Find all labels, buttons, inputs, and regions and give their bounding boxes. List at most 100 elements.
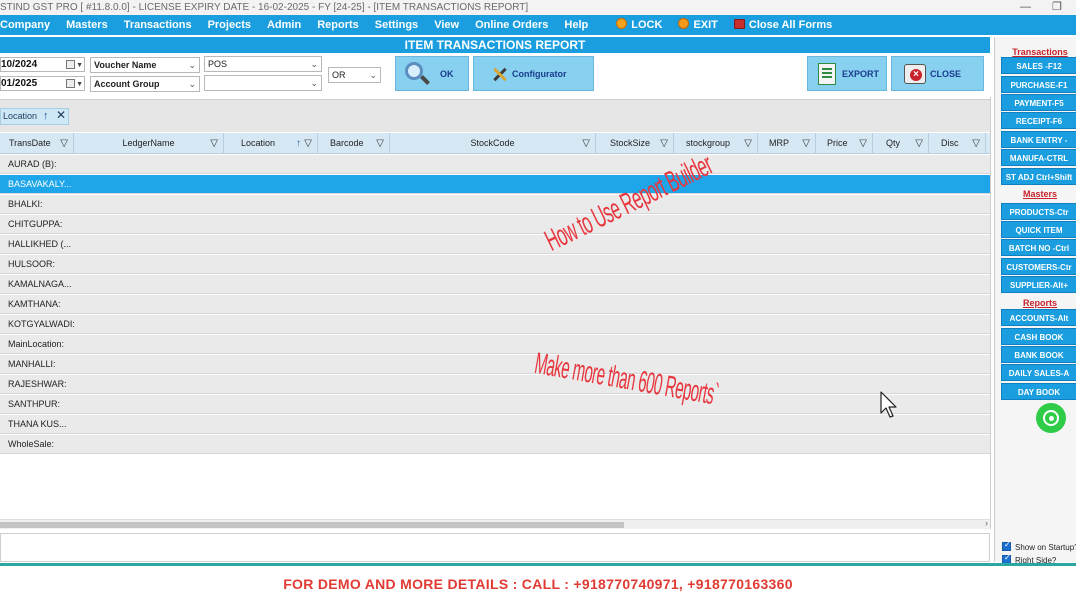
group-row[interactable]: HULSOOR:: [0, 255, 990, 274]
quick-purchase-button[interactable]: PURCHASE-F1: [1001, 76, 1076, 93]
column-header-price[interactable]: Price ▽: [816, 133, 873, 154]
ok-button[interactable]: OK: [395, 56, 469, 91]
column-header-qty[interactable]: Qty ▽: [873, 133, 929, 154]
column-header-transdate[interactable]: TransDate ▽: [0, 133, 74, 154]
close-button[interactable]: CLOSE: [891, 56, 984, 91]
quick-cash-book-button[interactable]: CASH BOOK: [1001, 328, 1076, 345]
close-all-forms-label: Close All Forms: [748, 19, 833, 31]
group-row-selected[interactable]: BASAVAKALY...: [0, 175, 990, 194]
filter-icon[interactable]: ▽: [582, 133, 590, 154]
group-row[interactable]: AURAD (B):: [0, 155, 990, 174]
column-label: LedgerName: [122, 138, 175, 148]
group-row[interactable]: CHITGUPPA:: [0, 215, 990, 234]
filter2-field-select[interactable]: Account Group ⌄: [90, 76, 200, 92]
from-date-value: 10/2024: [1, 59, 38, 70]
to-date-value: 01/2025: [1, 78, 38, 89]
filter-icon[interactable]: ▽: [60, 133, 68, 154]
menu-help[interactable]: Help: [556, 15, 596, 35]
menu-admin[interactable]: Admin: [259, 15, 309, 35]
group-row[interactable]: KAMTHANA:: [0, 295, 990, 314]
chevron-right-icon[interactable]: ›: [985, 518, 988, 528]
minimize-icon[interactable]: —: [1020, 0, 1031, 15]
group-row[interactable]: KOTGYALWADI:: [0, 315, 990, 334]
filter1-value-select[interactable]: POS ⌄: [204, 56, 322, 72]
quick-day-book-button[interactable]: DAY BOOK: [1001, 383, 1076, 400]
filter2-value-select[interactable]: ⌄: [204, 75, 322, 91]
summary-panel: [0, 533, 990, 562]
calendar-icon[interactable]: [66, 79, 75, 88]
column-header-stocksize[interactable]: StockSize ▽: [596, 133, 674, 154]
to-date-picker[interactable]: 01/2025 ▼: [0, 76, 85, 91]
logic-select[interactable]: OR ⌄: [328, 67, 381, 83]
column-header-location[interactable]: Location ↑ ▽: [224, 133, 318, 154]
quick-payment-button[interactable]: PAYMENT-F5: [1001, 94, 1076, 111]
filter-icon[interactable]: ▽: [304, 133, 312, 154]
column-header-mrp[interactable]: MRP ▽: [758, 133, 816, 154]
remove-group-icon[interactable]: ✕: [56, 108, 66, 123]
menu-transactions[interactable]: Transactions: [116, 15, 200, 35]
quick-accounts-button[interactable]: ACCOUNTS-Alt: [1001, 309, 1076, 326]
scrollbar-thumb[interactable]: [0, 522, 624, 528]
quick-customers-button[interactable]: CUSTOMERS-Ctr: [1001, 258, 1076, 275]
filter-icon[interactable]: ▽: [376, 133, 384, 154]
menu-company[interactable]: Company: [0, 15, 58, 35]
configurator-button[interactable]: Configurator: [473, 56, 594, 91]
sort-ascending-icon[interactable]: ↑: [43, 109, 49, 124]
show-on-startup-checkbox[interactable]: Show on Startup?: [1002, 540, 1076, 552]
column-header-stockcode[interactable]: StockCode ▽: [390, 133, 596, 154]
menu-projects[interactable]: Projects: [200, 15, 259, 35]
calendar-icon[interactable]: [66, 60, 75, 69]
from-date-picker[interactable]: 10/2024 ▼: [0, 57, 85, 72]
filter-icon[interactable]: ▽: [210, 133, 218, 154]
exit-button[interactable]: EXIT: [670, 15, 725, 35]
menu-reports[interactable]: Reports: [309, 15, 367, 35]
group-row[interactable]: RAJESHWAR:: [0, 375, 990, 394]
quick-sales-button[interactable]: SALES -F12: [1001, 57, 1076, 74]
quick-bank-entry-button[interactable]: BANK ENTRY -: [1001, 131, 1076, 148]
column-header-stockgroup[interactable]: stockgroup ▽: [674, 133, 758, 154]
lock-button[interactable]: LOCK: [608, 15, 670, 35]
quick-batch-button[interactable]: BATCH NO -Ctrl: [1001, 239, 1076, 256]
quick-receipt-button[interactable]: RECEIPT-F6: [1001, 112, 1076, 129]
menu-online-orders[interactable]: Online Orders: [467, 15, 556, 35]
menu-view[interactable]: View: [426, 15, 467, 35]
group-row[interactable]: SANTHPUR:: [0, 395, 990, 414]
close-all-forms-button[interactable]: Close All Forms: [726, 15, 840, 35]
quick-products-button[interactable]: PRODUCTS-Ctr: [1001, 203, 1076, 220]
column-header-ledgername[interactable]: LedgerName ▽: [74, 133, 224, 154]
menu-masters[interactable]: Masters: [58, 15, 116, 35]
group-row[interactable]: WholeSale:: [0, 435, 990, 454]
group-chip-location[interactable]: Location ↑ ✕: [0, 108, 69, 125]
column-header-disc[interactable]: Disc ▽: [929, 133, 986, 154]
group-row[interactable]: MANHALLI:: [0, 355, 990, 374]
filter1-field-select[interactable]: Voucher Name ⌄: [90, 57, 200, 73]
column-header-barcode[interactable]: Barcode ▽: [318, 133, 390, 154]
quick-supplier-button[interactable]: SUPPLIER-Alt+: [1001, 276, 1076, 293]
quick-stock-adjust-button[interactable]: ST ADJ Ctrl+Shift: [1001, 168, 1076, 185]
quick-daily-sales-button[interactable]: DAILY SALES-A: [1001, 364, 1076, 381]
filter-icon[interactable]: ▽: [744, 133, 752, 154]
spreadsheet-icon: [818, 62, 836, 85]
chevron-down-icon[interactable]: ▼: [76, 59, 83, 72]
group-row[interactable]: MainLocation:: [0, 335, 990, 354]
filter-icon[interactable]: ▽: [802, 133, 810, 154]
group-row[interactable]: THANA KUS...: [0, 415, 990, 434]
group-row[interactable]: HALLIKHED (...: [0, 235, 990, 254]
sort-ascending-icon[interactable]: ↑: [296, 133, 301, 154]
restore-icon[interactable]: ❐: [1052, 0, 1062, 15]
quick-manufacture-button[interactable]: MANUFA-CTRL: [1001, 149, 1076, 166]
filter-icon[interactable]: ▽: [915, 133, 923, 154]
horizontal-scrollbar[interactable]: ›: [0, 518, 990, 529]
export-button[interactable]: EXPORT: [807, 56, 887, 91]
chevron-down-icon[interactable]: ▼: [76, 78, 83, 91]
group-row[interactable]: BHALKI:: [0, 195, 990, 214]
quick-bank-book-button[interactable]: BANK BOOK: [1001, 346, 1076, 363]
whatsapp-icon[interactable]: [1036, 403, 1066, 433]
quick-item-button[interactable]: QUICK ITEM: [1001, 221, 1076, 238]
menu-settings[interactable]: Settings: [367, 15, 426, 35]
filter-icon[interactable]: ▽: [660, 133, 668, 154]
filter-icon[interactable]: ▽: [859, 133, 867, 154]
group-row[interactable]: KAMALNAGA...: [0, 275, 990, 294]
tools-icon: [490, 65, 508, 83]
filter-icon[interactable]: ▽: [972, 133, 980, 154]
